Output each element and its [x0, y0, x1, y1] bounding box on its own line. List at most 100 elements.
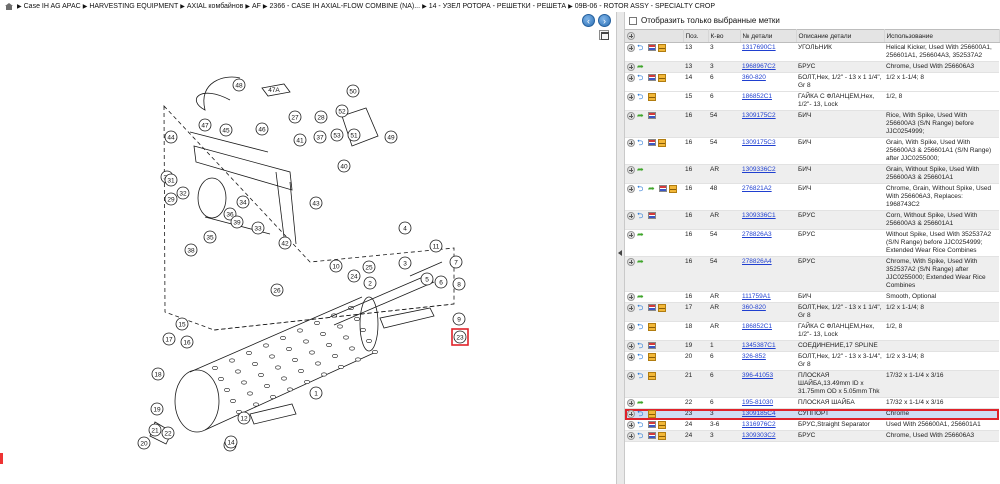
part-number-link[interactable]: 195-81030: [742, 399, 773, 406]
package-icon[interactable]: [658, 44, 666, 52]
add-to-cart-icon[interactable]: [627, 74, 635, 82]
add-to-cart-icon[interactable]: [627, 410, 635, 418]
back-arrow-icon[interactable]: ⮌: [637, 410, 646, 418]
table-row[interactable]: ➦ 16 54 1309175C2 БИЧ Rice, With Spike, Used …: [625, 110, 999, 138]
add-to-cart-icon[interactable]: [627, 372, 635, 380]
back-arrow-icon[interactable]: ⮌: [637, 421, 646, 429]
table-row[interactable]: ⮌ 24 3 1309303C2 БРУС Chrome, Used With 25660…: [625, 430, 999, 442]
package-icon[interactable]: [648, 372, 656, 380]
part-number-link[interactable]: 1309303C2: [742, 432, 776, 439]
table-row[interactable]: ⮌ 16 AR 1309336C1 БРУС Corn, Without Spike, U…: [625, 210, 999, 230]
breadcrumb-item[interactable]: 2366 - CASE IH AXIAL-FLOW COMBINE (NA)..…: [270, 3, 421, 10]
part-number-link[interactable]: 1309175C3: [742, 139, 776, 146]
breadcrumb-item[interactable]: AXIAL комбайнов: [187, 3, 243, 10]
add-to-cart-icon[interactable]: [627, 421, 635, 429]
add-to-cart-icon[interactable]: [627, 353, 635, 361]
part-number-link[interactable]: 360-820: [742, 304, 766, 311]
package-icon[interactable]: [658, 139, 666, 147]
back-arrow-icon[interactable]: ⮌: [637, 212, 646, 220]
part-number-link[interactable]: 278826A4: [742, 258, 772, 265]
forward-arrow-icon[interactable]: ➦: [648, 185, 657, 193]
maximize-icon[interactable]: [599, 30, 609, 40]
home-icon[interactable]: [5, 2, 13, 10]
col-qty[interactable]: К-во: [708, 29, 741, 43]
col-part-number[interactable]: № детали: [740, 29, 797, 43]
back-arrow-icon[interactable]: ⮌: [637, 185, 646, 193]
forward-arrow-icon[interactable]: ➦: [637, 112, 646, 120]
add-to-cart-icon[interactable]: [627, 304, 635, 312]
back-arrow-icon[interactable]: ⮌: [637, 372, 646, 380]
package-icon[interactable]: [669, 185, 677, 193]
table-row[interactable]: ➦ 16 54 278826A3 БРУС Without Spike, Used Wit…: [625, 229, 999, 257]
part-number-link[interactable]: 1309175C2: [742, 112, 776, 119]
table-row[interactable]: ⮌ 17 AR 360-820 БОЛТ,Hex, 1/2" - 13 x 1 1/4"…: [625, 302, 999, 322]
table-row[interactable]: ➦ 13 3 1968967C2 БРУС Chrome, Used With 25660…: [625, 61, 999, 73]
package-icon[interactable]: [658, 432, 666, 440]
package-icon[interactable]: [648, 353, 656, 361]
flag-icon[interactable]: [648, 432, 656, 439]
add-to-cart-icon[interactable]: [627, 231, 635, 239]
table-row[interactable]: ⮌ 21 6 396-41053 ПЛОСКАЯ ШАЙБА,13.49mm ID x …: [625, 370, 999, 398]
package-icon[interactable]: [648, 93, 656, 101]
breadcrumb-item[interactable]: AF: [252, 3, 261, 10]
part-number-link[interactable]: 360-820: [742, 74, 766, 81]
table-row[interactable]: ⮌ 24 3-6 1316976C2 БРУС,Straight Separator Us…: [625, 419, 999, 431]
add-to-cart-icon[interactable]: [627, 258, 635, 266]
pane-splitter[interactable]: [617, 12, 625, 484]
col-pos[interactable]: Поз.: [683, 29, 709, 43]
add-to-cart-icon[interactable]: [627, 185, 635, 193]
flag-icon[interactable]: [648, 139, 656, 146]
back-arrow-icon[interactable]: ⮌: [637, 353, 646, 361]
table-row[interactable]: ➦ 16 AR 111759A1 БИЧ Smooth, Optional: [625, 291, 999, 303]
table-row[interactable]: ⮌ 15 6 186852C1 ГАЙКА С ФЛАНЦЕМ,Hex, 1/2"- 1…: [625, 91, 999, 111]
add-to-cart-icon[interactable]: [627, 139, 635, 147]
back-arrow-icon[interactable]: ⮌: [637, 304, 646, 312]
add-all-icon[interactable]: [627, 32, 635, 40]
part-number-link[interactable]: 276821A2: [742, 185, 772, 192]
add-to-cart-icon[interactable]: [627, 166, 635, 174]
add-to-cart-icon[interactable]: [627, 112, 635, 120]
forward-arrow-icon[interactable]: ➦: [637, 63, 646, 71]
flag-icon[interactable]: [648, 304, 656, 311]
table-row[interactable]: ➦ 16 54 278826A4 БРУС Chrome, With Spike, Use…: [625, 256, 999, 292]
part-number-link[interactable]: 1968967C2: [742, 63, 776, 70]
forward-arrow-icon[interactable]: ➦: [637, 231, 646, 239]
flag-icon[interactable]: [648, 44, 656, 51]
forward-arrow-icon[interactable]: ➦: [637, 399, 646, 407]
show-selected-label[interactable]: Отобразить только выбранные метки: [641, 16, 780, 25]
part-number-link[interactable]: 396-41053: [742, 372, 773, 379]
flag-icon[interactable]: [648, 212, 656, 219]
forward-arrow-icon[interactable]: ➦: [637, 166, 646, 174]
flag-icon[interactable]: [648, 74, 656, 81]
breadcrumb-item[interactable]: 14 - УЗЕЛ РОТОРА - РЕШЕТКИ - РЕШЕТА: [429, 3, 566, 10]
breadcrumb-item[interactable]: HARVESTING EQUIPMENT: [89, 3, 178, 10]
add-to-cart-icon[interactable]: [627, 44, 635, 52]
part-number-link[interactable]: 278826A3: [742, 231, 772, 238]
forward-nav-icon[interactable]: ›: [598, 14, 611, 27]
back-arrow-icon[interactable]: ⮌: [637, 74, 646, 82]
package-icon[interactable]: [648, 323, 656, 331]
table-row[interactable]: ⮌ 13 3 1317690C1 УГОЛЬНИК Helical Kicker, Use…: [625, 42, 999, 62]
back-arrow-icon[interactable]: ⮌: [637, 323, 646, 331]
flag-icon[interactable]: [648, 421, 656, 428]
back-arrow-icon[interactable]: ⮌: [637, 93, 646, 101]
breadcrumb-item[interactable]: 09B-06 - ROTOR ASSY - SPECIALTY CROP: [575, 3, 715, 10]
part-number-link[interactable]: 1309336C2: [742, 166, 776, 173]
back-arrow-icon[interactable]: ⮌: [637, 342, 646, 350]
flag-icon[interactable]: [659, 185, 667, 192]
add-to-cart-icon[interactable]: [627, 342, 635, 350]
part-number-link[interactable]: 111759A1: [742, 293, 771, 300]
package-icon[interactable]: [658, 421, 666, 429]
part-number-link[interactable]: 326-852: [742, 353, 766, 360]
back-arrow-icon[interactable]: ⮌: [637, 44, 646, 52]
table-row[interactable]: ➦ 16 AR 1309336C2 БИЧ Grain, Without Spike, U…: [625, 164, 999, 184]
forward-arrow-icon[interactable]: ➦: [637, 293, 646, 301]
package-icon[interactable]: [658, 74, 666, 82]
flag-icon[interactable]: [648, 112, 656, 119]
flag-icon[interactable]: [648, 342, 656, 349]
part-number-link[interactable]: 1345387C1: [742, 342, 776, 349]
breadcrumb-item[interactable]: Case IH AG APAC: [24, 3, 81, 10]
add-to-cart-icon[interactable]: [627, 293, 635, 301]
part-number-link[interactable]: 1317690C1: [742, 44, 776, 51]
add-to-cart-icon[interactable]: [627, 93, 635, 101]
